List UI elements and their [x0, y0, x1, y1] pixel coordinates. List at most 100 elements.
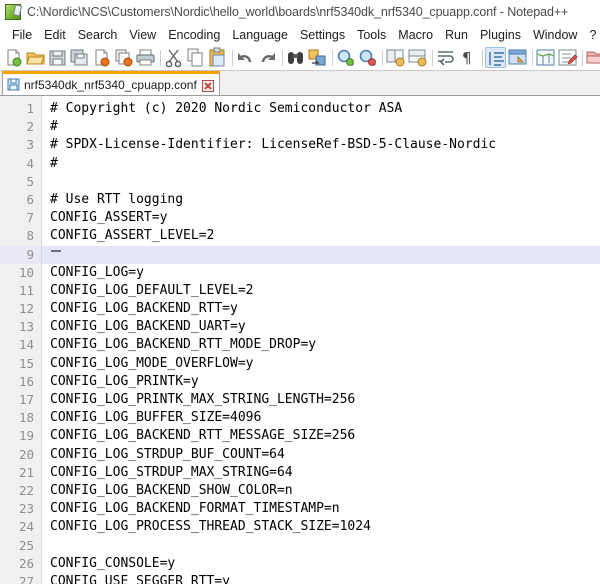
- menu-edit[interactable]: Edit: [38, 27, 72, 43]
- menu-macro[interactable]: Macro: [392, 27, 439, 43]
- folder-as-workspace-icon[interactable]: [585, 47, 600, 68]
- ui-user-defined-dialog-icon[interactable]: [507, 47, 528, 68]
- code-line: #: [50, 119, 58, 135]
- svg-text:¶: ¶: [462, 49, 472, 67]
- zoom-in-icon[interactable]: [335, 47, 356, 68]
- line-number: 21: [18, 464, 34, 480]
- code-line: CONFIG_LOG=y: [50, 264, 144, 280]
- menu-bar: File Edit Search View Encoding Language …: [0, 24, 600, 45]
- menu-file[interactable]: File: [6, 27, 38, 43]
- line-number: 6: [26, 191, 34, 207]
- window-title: C:\Nordic\NCS\Customers\Nordic\hello_wor…: [27, 5, 569, 19]
- new-file-icon[interactable]: [3, 47, 24, 68]
- line-number: 10: [18, 264, 34, 280]
- indent-guide-icon[interactable]: [485, 47, 506, 68]
- undo-icon[interactable]: [235, 47, 256, 68]
- text-caret: [51, 250, 61, 252]
- close-all-files-icon[interactable]: [113, 47, 134, 68]
- code-text-area[interactable]: # Copyright (c) 2020 Nordic Semiconducto…: [42, 96, 600, 584]
- line-number: 8: [26, 228, 34, 244]
- line-number: 5: [26, 173, 34, 189]
- line-number: 18: [18, 410, 34, 426]
- code-line: CONFIG_LOG_STRDUP_BUF_COUNT=64: [50, 446, 285, 462]
- code-line: # Use RTT logging: [50, 191, 184, 207]
- line-number: 24: [18, 519, 34, 535]
- sync-horizontal-scroll-icon[interactable]: [407, 47, 428, 68]
- code-line: CONFIG_LOG_STRDUP_MAX_STRING=64: [50, 464, 293, 480]
- line-number: 16: [18, 373, 34, 389]
- tab-label: nrf5340dk_nrf5340_cpuapp.conf: [24, 77, 197, 92]
- zoom-out-icon[interactable]: [357, 47, 378, 68]
- code-line: #: [50, 155, 58, 171]
- code-line: CONFIG_ASSERT=y: [50, 210, 168, 226]
- code-line: CONFIG_LOG_BUFFER_SIZE=4096: [50, 410, 262, 426]
- menu-encoding[interactable]: Encoding: [162, 27, 226, 43]
- title-bar: C:\Nordic\NCS\Customers\Nordic\hello_wor…: [0, 0, 600, 24]
- line-number: 15: [18, 355, 34, 371]
- document-map-icon[interactable]: [535, 47, 556, 68]
- line-number: 1: [26, 101, 34, 116]
- line-number: 23: [18, 501, 34, 517]
- save-icon[interactable]: [47, 47, 68, 68]
- toolbar: ¶: [0, 45, 600, 70]
- saved-document-icon: [7, 78, 20, 91]
- menu-settings[interactable]: Settings: [294, 27, 351, 43]
- code-line: CONFIG_LOG_BACKEND_RTT=y: [50, 301, 238, 317]
- line-number: 17: [18, 392, 34, 407]
- paste-icon[interactable]: [207, 47, 228, 68]
- code-line: CONFIG_LOG_PRINTK=y: [50, 373, 199, 389]
- line-number: 20: [18, 446, 34, 462]
- line-number: 26: [18, 555, 34, 571]
- tab-nrf5340dk-conf[interactable]: nrf5340dk_nrf5340_cpuapp.conf: [2, 71, 220, 95]
- menu-window[interactable]: Window: [527, 27, 583, 43]
- code-line: CONFIG_LOG_BACKEND_FORMAT_TIMESTAMP=n: [50, 501, 340, 517]
- line-number: 12: [18, 301, 34, 317]
- code-line: CONFIG_USE_SEGGER_RTT=y: [50, 573, 231, 584]
- code-line: CONFIG_LOG_BACKEND_SHOW_COLOR=n: [50, 482, 293, 498]
- function-list-icon[interactable]: [557, 47, 578, 68]
- notepad-plus-plus-icon: [5, 4, 23, 20]
- line-number: 3: [26, 137, 34, 153]
- sync-vertical-scroll-icon[interactable]: [385, 47, 406, 68]
- save-all-icon[interactable]: [69, 47, 90, 68]
- code-line: CONFIG_CONSOLE=y: [50, 555, 176, 571]
- code-line: # SPDX-License-Identifier: LicenseRef-BS…: [50, 137, 497, 153]
- code-line: CONFIG_LOG_BACKEND_RTT_MODE_DROP=y: [50, 337, 317, 353]
- line-number: 7: [26, 210, 34, 226]
- editor-area[interactable]: 1 2 3 4 5 6 7 8 9 10 11 12 13 14 15 16 1…: [0, 96, 600, 584]
- line-number: 19: [18, 428, 34, 444]
- find-binoculars-icon[interactable]: [285, 47, 306, 68]
- menu-search[interactable]: Search: [72, 27, 124, 43]
- copy-icon[interactable]: [185, 47, 206, 68]
- menu-run[interactable]: Run: [439, 27, 474, 43]
- word-wrap-icon[interactable]: [435, 47, 456, 68]
- open-folder-icon[interactable]: [25, 47, 46, 68]
- menu-help[interactable]: ?: [583, 27, 600, 43]
- close-tab-icon[interactable]: [201, 79, 214, 92]
- code-line: # Copyright (c) 2020 Nordic Semiconducto…: [50, 101, 403, 116]
- tab-bar: nrf5340dk_nrf5340_cpuapp.conf: [0, 70, 600, 96]
- cut-scissors-icon[interactable]: [163, 47, 184, 68]
- redo-icon[interactable]: [257, 47, 278, 68]
- menu-view[interactable]: View: [123, 27, 162, 43]
- print-icon[interactable]: [135, 47, 156, 68]
- line-number: 11: [18, 282, 34, 298]
- code-line: CONFIG_ASSERT_LEVEL=2: [50, 228, 215, 244]
- code-line: CONFIG_LOG_BACKEND_UART=y: [50, 319, 246, 335]
- menu-language[interactable]: Language: [226, 27, 294, 43]
- line-number: 25: [18, 537, 34, 553]
- line-number-gutter: 1 2 3 4 5 6 7 8 9 10 11 12 13 14 15 16 1…: [0, 96, 42, 584]
- code-line: CONFIG_LOG_BACKEND_RTT_MESSAGE_SIZE=256: [50, 428, 356, 444]
- code-line-current: [42, 245, 600, 264]
- replace-icon[interactable]: [307, 47, 328, 68]
- menu-plugins[interactable]: Plugins: [474, 27, 527, 43]
- code-line: CONFIG_LOG_PROCESS_THREAD_STACK_SIZE=102…: [50, 519, 371, 535]
- menu-tools[interactable]: Tools: [351, 27, 392, 43]
- line-number-current: 9: [0, 245, 41, 264]
- show-all-characters-icon[interactable]: ¶: [457, 47, 478, 68]
- line-number: 14: [18, 337, 34, 353]
- notepadpp-window: C:\Nordic\NCS\Customers\Nordic\hello_wor…: [0, 0, 600, 584]
- close-file-icon[interactable]: [91, 47, 112, 68]
